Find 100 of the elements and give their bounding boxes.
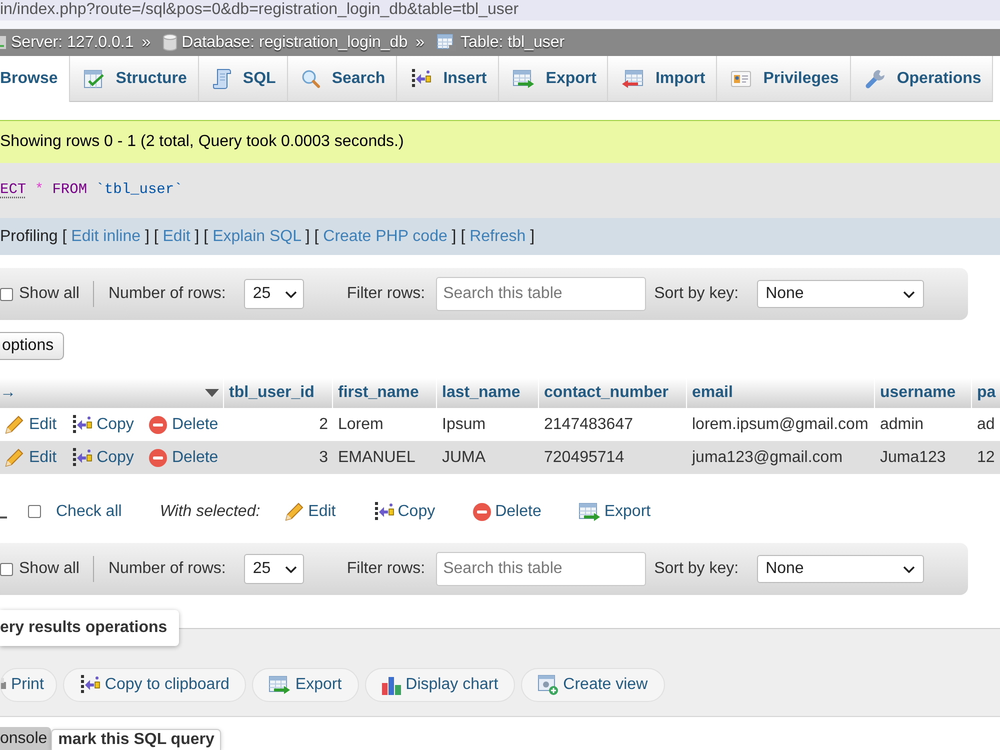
table-icon: [436, 34, 456, 51]
with-selected-label: With selected:: [160, 502, 260, 522]
minus-circle-icon: [148, 448, 167, 466]
table-cell-text: Lorem: [337, 414, 384, 434]
breadcrumb-separator: »: [416, 32, 424, 52]
table-link[interactable]: Table: tbl_user: [436, 30, 565, 54]
show-all-label: Show all: [19, 284, 80, 304]
printer-icon: [1, 678, 6, 692]
triangle-down-icon: [205, 389, 219, 397]
export-tab[interactable]: Export: [498, 56, 608, 102]
sort-label: Sort by key:: [654, 284, 739, 304]
arrow-into-bar-icon: [80, 675, 100, 695]
table-cell-text: 2147483647: [543, 414, 634, 434]
table-cell-text: lorem.ipsum@gmail.com: [691, 414, 870, 434]
options-button[interactable]: options: [0, 332, 64, 360]
chevron-down-icon: [284, 290, 297, 298]
table-cell-text: EMANUEL: [337, 448, 416, 468]
success-message: Showing rows 0 - 1 (2 total, Query took 0.0003 seconds.): [0, 132, 404, 152]
minus-circle-icon: [473, 502, 492, 520]
sql-query: ECT * FROM `tbl_user`: [0, 180, 183, 200]
import-tab[interactable]: Import: [608, 56, 718, 102]
show-all-checkbox[interactable]: [0, 288, 13, 300]
table-check-icon: [84, 70, 104, 88]
window-plus-icon: [538, 675, 558, 695]
show-all-checkbox[interactable]: [0, 562, 13, 576]
arrow-into-bar-icon: [374, 502, 394, 522]
table-cell-text: 12: [976, 448, 996, 468]
arrow-into-bar-icon: [72, 414, 92, 434]
check-all-checkbox[interactable]: [28, 505, 41, 518]
edit-button[interactable]: Edit: [285, 500, 336, 524]
table-cell-text: 2: [318, 414, 329, 434]
pencil-icon: [285, 502, 304, 521]
header-arrow-link[interactable]: →: [0, 381, 16, 405]
wrench-icon: [864, 68, 885, 88]
filter-label: Filter rows:: [346, 284, 426, 304]
copy-link[interactable]: Copy: [72, 412, 134, 436]
database-link[interactable]: Database: registration_login_db: [162, 30, 408, 54]
chevron-down-icon: [902, 566, 915, 572]
minus-circle-icon: [148, 416, 167, 434]
copy-to-clipboard-button[interactable]: Copy to clipboard: [62, 668, 246, 702]
id-card-icon: [731, 70, 752, 86]
bookmark-legend: mark this SQL query: [51, 729, 222, 750]
table-cell-text: juma123@gmail.com: [690, 448, 844, 468]
table-cell-text: Ipsum: [441, 414, 487, 434]
results-operations-legend: ery results operations: [0, 610, 180, 646]
server-link[interactable]: Server: 127.0.0.1: [0, 30, 134, 54]
scroll-icon: [212, 68, 231, 88]
dash-icon: [0, 516, 7, 519]
browse-tab[interactable]: Browse: [0, 56, 70, 102]
rows-select[interactable]: 25: [244, 554, 304, 584]
table-cell-text: admin: [879, 414, 925, 434]
print-button[interactable]: Print: [0, 668, 57, 702]
delete-button[interactable]: Delete: [473, 500, 542, 524]
show-all-label: Show all: [19, 559, 80, 579]
structure-tab[interactable]: Structure: [70, 56, 199, 102]
address-url[interactable]: in/index.php?route=/sql&pos=0&db=registration_login_db&table=tbl_user: [0, 0, 519, 20]
rows-select[interactable]: 25: [244, 279, 304, 309]
copy-link[interactable]: Copy: [72, 446, 134, 470]
arrow-into-bar-icon: [72, 448, 92, 468]
create-view-button[interactable]: Create view: [521, 668, 665, 702]
pencil-icon: [5, 415, 24, 434]
delete-link[interactable]: Delete: [148, 446, 218, 470]
chevron-down-icon: [902, 290, 915, 298]
table-cell-text: Juma123: [879, 448, 947, 468]
check-all-link[interactable]: Check all: [56, 500, 122, 524]
table-cell-text: 720495714: [543, 448, 626, 468]
breadcrumb-separator: »: [142, 32, 151, 52]
column-header[interactable]: pa: [972, 378, 1000, 408]
export-button[interactable]: Export: [579, 500, 651, 524]
console-tab[interactable]: onsole: [0, 727, 52, 750]
filter-field[interactable]: Search this table: [436, 552, 646, 586]
sort-label: Sort by key:: [654, 559, 739, 579]
sql-tab[interactable]: SQL: [198, 56, 288, 102]
insert-tab[interactable]: Insert: [397, 56, 499, 102]
rows-label: Number of rows:: [108, 284, 226, 304]
privileges-tab[interactable]: Privileges: [717, 56, 851, 102]
delete-link[interactable]: Delete: [148, 412, 218, 436]
search-tab[interactable]: Search: [288, 56, 398, 102]
cylinder-icon: [162, 34, 177, 51]
operations-tab[interactable]: Operations: [850, 56, 994, 102]
sort-select[interactable]: None: [756, 280, 924, 308]
table-cell-text: 3: [318, 448, 329, 468]
edit-link[interactable]: Edit: [5, 412, 57, 436]
sort-select[interactable]: None: [756, 555, 924, 583]
filter-label: Filter rows:: [346, 559, 426, 579]
search-icon: [302, 70, 320, 88]
bar-chart-icon: [382, 676, 401, 694]
chevron-down-icon: [284, 566, 297, 572]
rows-label: Number of rows:: [108, 559, 226, 579]
arrow-into-bar-icon: [411, 68, 432, 88]
display-chart-button[interactable]: Display chart: [364, 668, 516, 702]
query-actions-line: Profiling [ Edit inline ] [ Edit ] [ Explain SQL ] [ Create PHP code ] [ Refresh ]: [0, 226, 535, 246]
export-button[interactable]: Export: [252, 668, 359, 702]
edit-link[interactable]: Edit: [5, 446, 57, 470]
pencil-icon: [5, 448, 24, 467]
copy-button[interactable]: Copy: [374, 500, 436, 524]
filter-field[interactable]: Search this table: [436, 277, 646, 311]
table-cell-text: ad: [976, 414, 996, 434]
table-cell-text: JUMA: [441, 448, 487, 468]
server-icon: [0, 36, 6, 49]
